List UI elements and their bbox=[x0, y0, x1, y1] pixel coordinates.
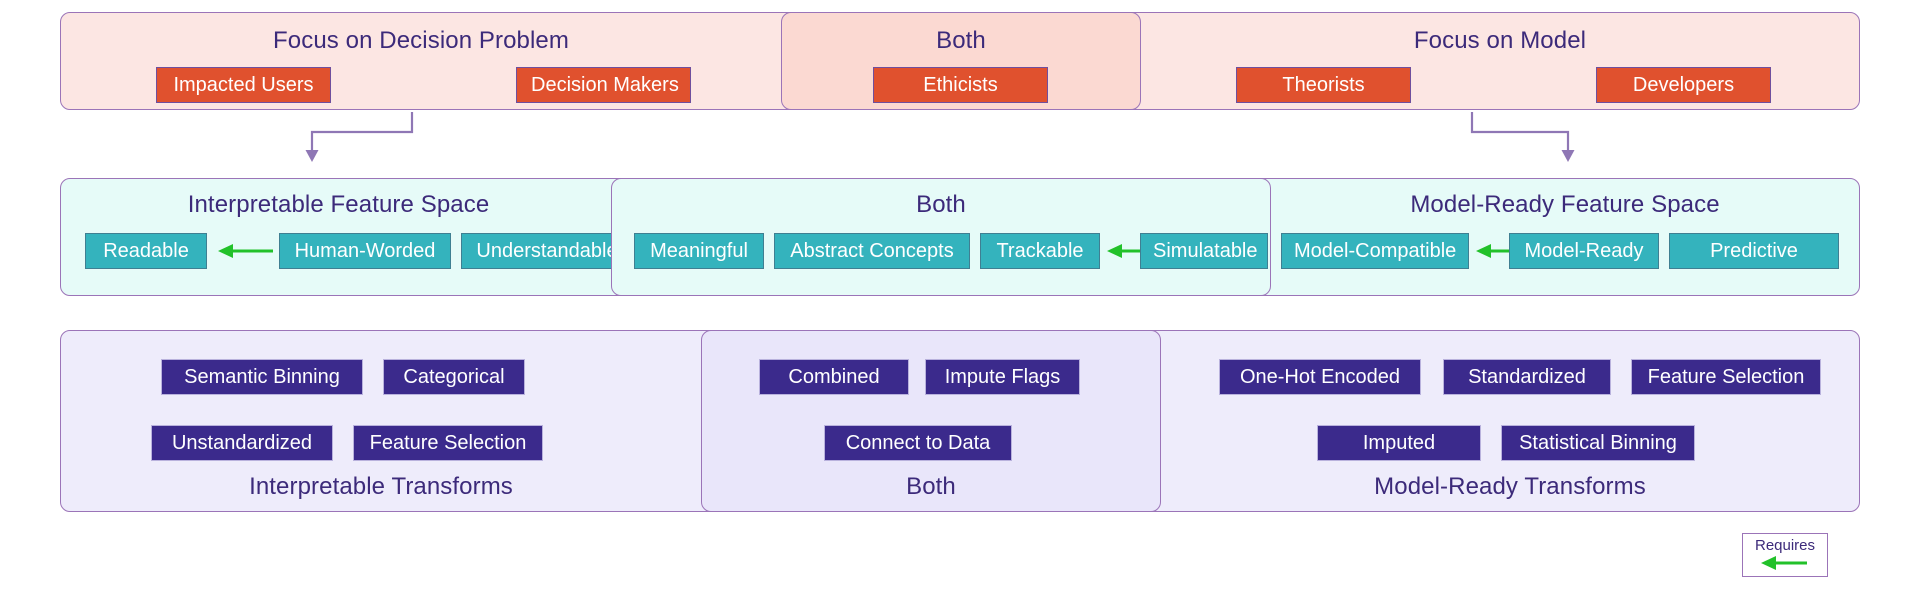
node-impacted-users[interactable]: Impacted Users bbox=[156, 67, 331, 103]
node-meaningful[interactable]: Meaningful bbox=[634, 232, 764, 269]
connector-right bbox=[1470, 112, 1575, 162]
node-understandable[interactable]: Understandable bbox=[461, 233, 633, 269]
requires-arrow-readable bbox=[218, 244, 273, 258]
group-label-both-stakeholders: Both bbox=[936, 26, 986, 54]
group-label-focus-decision-problem: Focus on Decision Problem bbox=[273, 27, 569, 54]
node-model-ready[interactable]: Model-Ready bbox=[1509, 233, 1659, 269]
node-decision-makers[interactable]: Decision Makers bbox=[516, 67, 691, 103]
group-label-interpretable-feature-space: Interpretable Feature Space bbox=[187, 191, 490, 218]
node-human-worded[interactable]: Human-Worded bbox=[279, 233, 451, 269]
node-feature-selection-interpretable[interactable]: Feature Selection bbox=[353, 425, 543, 461]
legend-requires: Requires bbox=[1742, 533, 1828, 577]
node-combined[interactable]: Combined bbox=[759, 358, 909, 395]
node-impute-flags[interactable]: Impute Flags bbox=[925, 358, 1080, 395]
subgroup-both-stakeholders: Both Ethicists bbox=[781, 11, 1141, 111]
node-predictive[interactable]: Predictive bbox=[1669, 233, 1839, 269]
node-abstract-concepts[interactable]: Abstract Concepts bbox=[774, 232, 970, 269]
group-label-model-ready-transforms: Model-Ready Transforms bbox=[1374, 473, 1646, 500]
node-categorical[interactable]: Categorical bbox=[383, 359, 525, 395]
subgroup-both-transforms: Combined Impute Flags Connect to Data Bo… bbox=[701, 329, 1161, 513]
node-model-compatible[interactable]: Model-Compatible bbox=[1281, 233, 1469, 269]
node-feature-selection-model-ready[interactable]: Feature Selection bbox=[1631, 359, 1821, 395]
stakeholder-band: Focus on Decision Problem Impacted Users… bbox=[60, 11, 1860, 111]
transform-band: Semantic Binning Categorical Unstandardi… bbox=[60, 329, 1860, 513]
group-label-both-feature-space: Both bbox=[916, 190, 966, 218]
group-label-interpretable-transforms: Interpretable Transforms bbox=[249, 473, 513, 500]
node-connect-to-data[interactable]: Connect to Data bbox=[824, 424, 1012, 461]
group-label-both-transforms: Both bbox=[906, 472, 956, 500]
node-simulatable[interactable]: Simulatable bbox=[1140, 232, 1268, 269]
node-developers[interactable]: Developers bbox=[1596, 67, 1771, 103]
node-unstandardized[interactable]: Unstandardized bbox=[151, 425, 333, 461]
node-one-hot-encoded[interactable]: One-Hot Encoded bbox=[1219, 359, 1421, 395]
node-statistical-binning[interactable]: Statistical Binning bbox=[1501, 425, 1695, 461]
node-trackable[interactable]: Trackable bbox=[980, 232, 1100, 269]
diagram-canvas: Focus on Decision Problem Impacted Users… bbox=[0, 0, 1920, 605]
connector-left bbox=[305, 112, 414, 162]
node-readable[interactable]: Readable bbox=[85, 233, 207, 269]
legend-label: Requires bbox=[1754, 537, 1816, 554]
left-arrow-icon bbox=[1761, 556, 1807, 570]
node-theorists[interactable]: Theorists bbox=[1236, 67, 1411, 103]
node-standardized[interactable]: Standardized bbox=[1443, 359, 1611, 395]
node-ethicists[interactable]: Ethicists bbox=[873, 66, 1048, 103]
subgroup-both-feature-space: Both Meaningful Abstract Concepts Tracka… bbox=[611, 177, 1271, 297]
node-semantic-binning[interactable]: Semantic Binning bbox=[161, 359, 363, 395]
group-label-model-ready-feature-space: Model-Ready Feature Space bbox=[1410, 191, 1720, 218]
group-label-focus-model: Focus on Model bbox=[1413, 27, 1587, 54]
feature-space-band: Interpretable Feature Space Readable Hum… bbox=[60, 177, 1860, 297]
node-imputed[interactable]: Imputed bbox=[1317, 425, 1481, 461]
